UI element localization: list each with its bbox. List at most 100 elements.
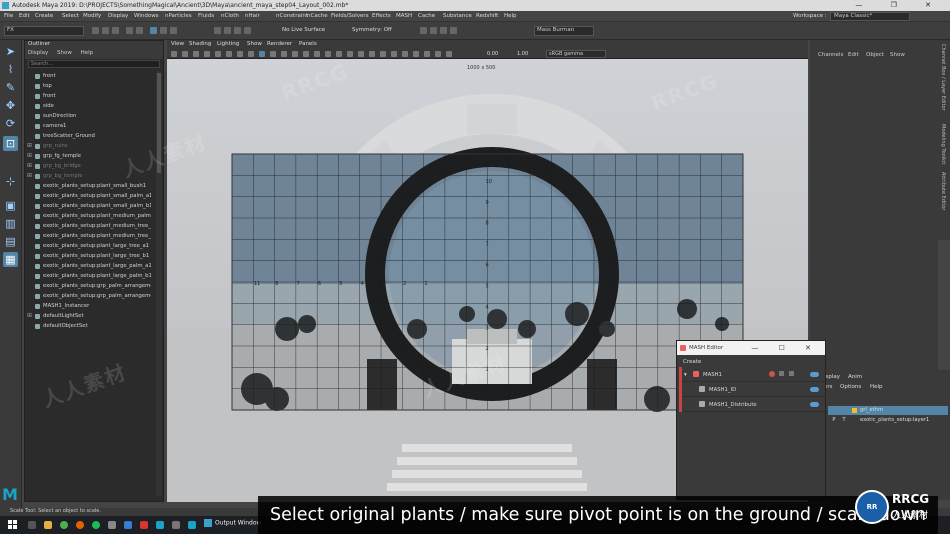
live-surface-label[interactable]: No Live Surface <box>282 27 325 33</box>
render-icon[interactable] <box>420 27 427 34</box>
textured-icon[interactable] <box>347 51 353 57</box>
show-menu[interactable]: Show <box>890 52 905 58</box>
xray-joints-icon[interactable] <box>435 51 441 57</box>
mash-create-menu[interactable]: Create <box>677 355 825 367</box>
2d-pan-icon[interactable] <box>215 51 221 57</box>
layout-outliner-icon[interactable]: ▤ <box>3 234 18 249</box>
menu-nconstraint[interactable]: nConstraint <box>276 13 308 19</box>
ambient-occlusion-icon[interactable] <box>380 51 386 57</box>
bookmark-icon[interactable] <box>193 51 199 57</box>
layer-template-flag[interactable]: T <box>840 416 848 425</box>
side-tab-modeling-toolkit[interactable]: Modeling Toolkit <box>940 124 946 164</box>
side-tab-channel-box[interactable]: Channel Box / Layer Editor <box>940 44 946 111</box>
viewport-menu-lighting[interactable]: Lighting <box>217 41 239 47</box>
menu-display[interactable]: Display <box>108 13 128 19</box>
mash-window-controls[interactable]: — ☐ ✕ <box>751 344 820 352</box>
layer-menu-options[interactable]: Options <box>840 384 861 390</box>
motion-blur-icon[interactable] <box>391 51 397 57</box>
outliner-search-input[interactable]: Search... <box>28 60 160 68</box>
outliner-item[interactable]: camera1 <box>25 121 151 131</box>
edit-menu[interactable]: Edit <box>848 52 859 58</box>
layer-playback-flag[interactable]: P <box>830 416 838 425</box>
outliner-item[interactable]: defaultObjectSet <box>25 321 151 331</box>
outliner-item[interactable]: exotic_plants_setup:plant_large_palm_a1 <box>25 261 151 271</box>
taskbar-app-icon[interactable] <box>172 521 180 529</box>
taskbar-app-icon[interactable] <box>140 521 148 529</box>
mash-node-toggle[interactable] <box>810 372 819 377</box>
snap-curve-icon[interactable] <box>224 27 231 34</box>
image-plane-icon[interactable] <box>204 51 210 57</box>
mash-node-row[interactable]: MASH1_Distribute <box>677 397 825 412</box>
layer-tab-anim[interactable]: Anim <box>848 374 862 380</box>
lasso-tool-icon[interactable]: ⌇ <box>3 62 18 77</box>
open-scene-icon[interactable] <box>102 27 109 34</box>
aa-icon[interactable] <box>402 51 408 57</box>
taskbar-firefox-icon[interactable] <box>76 521 84 529</box>
mass-select-dropdown[interactable]: Mass Burman <box>534 26 594 36</box>
expand-arrow-icon[interactable]: ▾ <box>684 372 687 378</box>
layer-row[interactable]: P T exotic_plants_setup:layer1 <box>828 416 948 425</box>
outliner-item[interactable]: exotic_plants_setup:plant_large_tree_a1 <box>25 241 151 251</box>
outliner-item[interactable]: exotic_plants_setup:plant_small_bush1 <box>25 181 151 191</box>
layer-menu-help[interactable]: Help <box>870 384 883 390</box>
viewport-menu-show[interactable]: Show <box>247 41 262 47</box>
mash-node-toggle[interactable] <box>810 402 819 407</box>
menu-modify[interactable]: Modify <box>83 13 101 19</box>
layer-tab-display[interactable]: isplay <box>824 374 840 380</box>
render-settings-icon[interactable] <box>440 27 447 34</box>
paint-select-icon[interactable]: ✎ <box>3 80 18 95</box>
exposure-field[interactable]: 0.00 <box>487 51 498 57</box>
color-space-select[interactable]: sRGB gamma <box>546 50 606 58</box>
camera-select-icon[interactable] <box>171 51 177 57</box>
isolate-icon[interactable] <box>413 51 419 57</box>
mash-record-icon[interactable] <box>769 371 775 377</box>
mash-node-row[interactable]: ▾ MASH1 <box>677 367 825 382</box>
mash-node-toggle[interactable] <box>810 387 819 392</box>
select-tool-icon[interactable]: ➤ <box>3 44 18 59</box>
grid-icon[interactable] <box>237 51 243 57</box>
layout-four-icon[interactable]: ▣ <box>3 198 18 213</box>
layout-single-icon[interactable]: ⊹ <box>3 174 18 189</box>
menu-fields-solvers[interactable]: Fields/Solvers <box>331 13 369 19</box>
outliner-item[interactable]: exotic_plants_setup:grp_palm_arrangement <box>25 291 151 301</box>
film-gate-icon[interactable] <box>248 51 254 57</box>
outliner-item[interactable]: exotic_plants_setup:grp_palm_arrangement <box>25 281 151 291</box>
outliner-item[interactable]: ⊞ defaultLightSet <box>25 311 151 321</box>
taskbar-search-icon[interactable] <box>28 521 36 529</box>
menu-nhair[interactable]: nHair <box>245 13 260 19</box>
scale-tool-icon[interactable]: ⊡ <box>3 136 18 151</box>
rotate-tool-icon[interactable]: ⟳ <box>3 116 18 131</box>
taskbar-output-window[interactable]: Output Window <box>204 519 261 531</box>
outliner-item[interactable]: front <box>25 71 151 81</box>
taskbar-chrome-icon[interactable] <box>60 521 68 529</box>
backface-icon[interactable] <box>446 51 452 57</box>
gate-mask-icon[interactable] <box>270 51 276 57</box>
expand-toggle-icon[interactable]: ⊞ <box>27 311 32 321</box>
taskbar-maya-icon[interactable] <box>188 521 196 529</box>
default-material-icon[interactable] <box>336 51 342 57</box>
outliner-item[interactable]: sunDirection <box>25 111 151 121</box>
layer-row[interactable]: grl_ethm <box>828 406 948 415</box>
outliner-menu-display[interactable]: Display <box>28 50 48 56</box>
outliner-menu-show[interactable]: Show <box>57 50 72 56</box>
grease-pencil-icon[interactable] <box>226 51 232 57</box>
outliner-item[interactable]: exotic_plants_setup:plant_small_palm_a1 <box>25 191 151 201</box>
menu-set-select[interactable]: FX <box>4 26 84 36</box>
mash-outliner-icon[interactable] <box>779 371 784 376</box>
viewport-menu-view[interactable]: View <box>171 41 184 47</box>
menu-cache[interactable]: Cache <box>418 13 435 19</box>
select-hierarchy-icon[interactable] <box>150 27 157 34</box>
viewport-menu-renderer[interactable]: Renderer <box>267 41 292 47</box>
shadows-icon[interactable] <box>369 51 375 57</box>
safe-action-icon[interactable] <box>292 51 298 57</box>
object-menu[interactable]: Object <box>866 52 884 58</box>
taskbar-explorer-icon[interactable] <box>44 521 52 529</box>
outliner-item[interactable]: front <box>25 91 151 101</box>
menu-substance[interactable]: Substance <box>443 13 472 19</box>
resolution-gate-icon[interactable] <box>259 51 265 57</box>
menu-file[interactable]: File <box>4 13 13 19</box>
menu-edit[interactable]: Edit <box>19 13 30 19</box>
taskbar-app-icon[interactable] <box>108 521 116 529</box>
menu-windows[interactable]: Windows <box>134 13 159 19</box>
menu-help[interactable]: Help <box>504 13 517 19</box>
